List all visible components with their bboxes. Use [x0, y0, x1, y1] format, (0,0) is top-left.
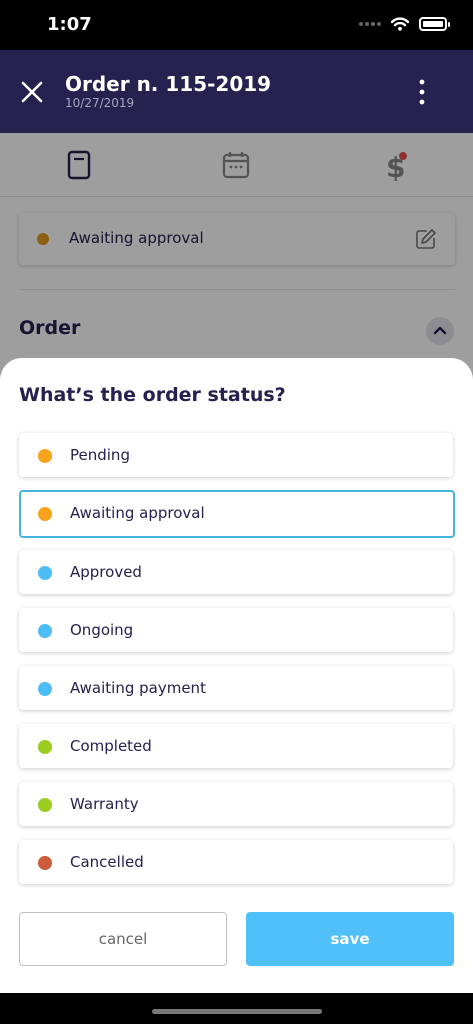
wifi-icon [391, 17, 409, 31]
sheet-title: What’s the order status? [19, 384, 286, 406]
status-time: 1:07 [47, 14, 92, 35]
app-header: Order n. 115-2019 10/27/2019 [0, 50, 473, 133]
home-area [0, 993, 473, 1024]
option-label: Cancelled [70, 853, 144, 871]
option-warranty[interactable]: Warranty [19, 782, 453, 826]
battery-icon [419, 17, 450, 31]
option-label: Completed [70, 737, 152, 755]
option-label: Warranty [70, 795, 139, 813]
page-title: Order n. 115-2019 [65, 72, 272, 96]
option-pending[interactable]: Pending [19, 433, 453, 477]
status-dot [38, 856, 52, 870]
close-icon[interactable] [18, 78, 46, 106]
status-dot [38, 449, 52, 463]
option-cancelled[interactable]: Cancelled [19, 840, 453, 884]
cancel-button[interactable]: cancel [19, 912, 227, 966]
status-bar: 1:07 [0, 0, 473, 50]
option-approved[interactable]: Approved [19, 550, 453, 594]
option-label: Ongoing [70, 621, 134, 639]
status-dot [38, 624, 52, 638]
home-indicator[interactable] [152, 1009, 322, 1014]
option-ongoing[interactable]: Ongoing [19, 608, 453, 652]
order-date: 10/27/2019 [65, 96, 135, 110]
option-awaiting-approval[interactable]: Awaiting approval [19, 490, 455, 538]
more-options-icon[interactable] [417, 78, 427, 106]
status-dot [38, 740, 52, 754]
status-dot [38, 566, 52, 580]
status-dot [38, 507, 52, 521]
option-completed[interactable]: Completed [19, 724, 453, 768]
status-icons [359, 17, 450, 31]
status-dot [38, 798, 52, 812]
option-label: Awaiting approval [70, 504, 205, 522]
option-label: Pending [70, 446, 130, 464]
status-bottom-sheet: What’s the order status? Pending Awaitin… [0, 358, 473, 993]
save-button[interactable]: save [246, 912, 454, 966]
status-dot [38, 682, 52, 696]
option-label: Approved [70, 563, 142, 581]
option-label: Awaiting payment [70, 679, 206, 697]
option-awaiting-payment[interactable]: Awaiting payment [19, 666, 453, 710]
signal-icon [359, 22, 381, 26]
